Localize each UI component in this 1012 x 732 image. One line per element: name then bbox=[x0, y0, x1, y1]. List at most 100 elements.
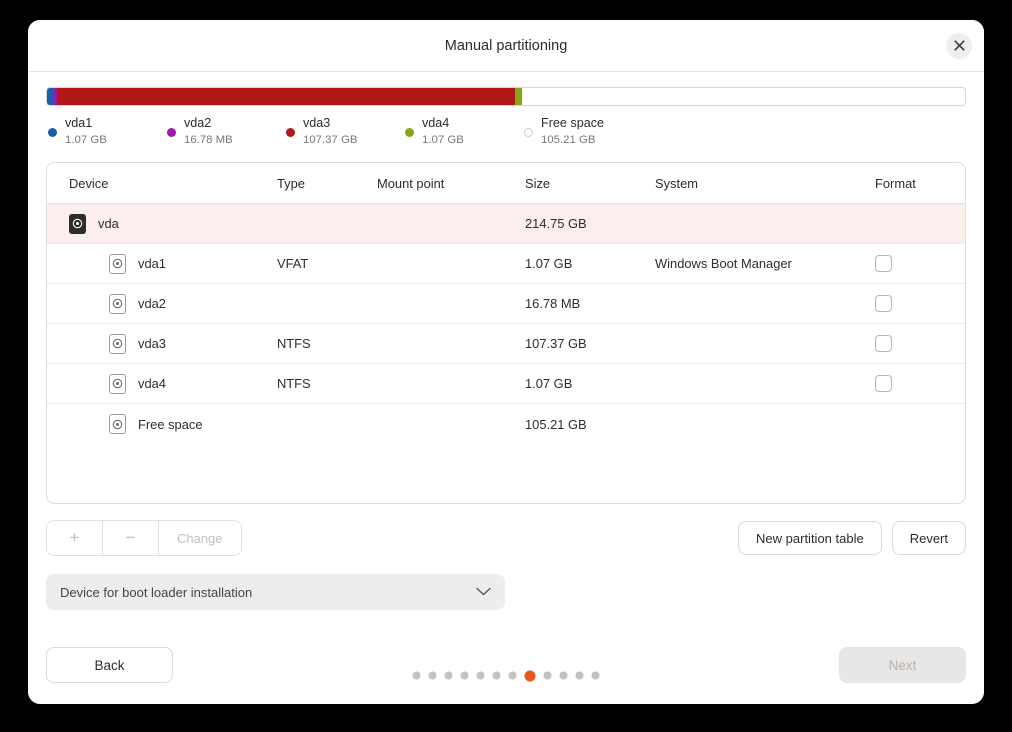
format-checkbox[interactable] bbox=[875, 335, 892, 353]
cell-device: vda4 bbox=[47, 363, 277, 405]
cell-type: VFAT bbox=[277, 243, 377, 285]
device-name-label: vda3 bbox=[138, 336, 166, 352]
legend-item: vda4 1.07 GB bbox=[405, 115, 520, 148]
table-header: Device Type Mount point Size System Form… bbox=[47, 163, 965, 205]
legend-color-dot bbox=[524, 128, 533, 137]
cell-size: 16.78 MB bbox=[525, 283, 655, 325]
remove-partition-button[interactable]: − bbox=[103, 521, 159, 556]
cell-mount-point bbox=[377, 203, 525, 245]
progress-dot bbox=[508, 671, 517, 680]
partition-icon bbox=[109, 253, 126, 274]
partition-table-card: Device Type Mount point Size System Form… bbox=[46, 162, 966, 505]
column-header-device[interactable]: Device bbox=[47, 163, 277, 205]
cell-type: NTFS bbox=[277, 323, 377, 365]
wizard-progress-dots bbox=[412, 670, 600, 681]
table-action-buttons: New partition table Revert bbox=[738, 521, 966, 556]
close-icon bbox=[953, 40, 965, 51]
bootloader-dropdown-label: Device for boot loader installation bbox=[60, 584, 253, 600]
legend-item-size: 107.37 GB bbox=[303, 134, 358, 146]
legend-item-name: vda3 bbox=[303, 116, 331, 130]
next-button[interactable]: Next bbox=[839, 647, 966, 683]
cell-mount-point bbox=[377, 404, 525, 444]
cell-mount-point bbox=[377, 363, 525, 405]
cell-device: Free space bbox=[47, 404, 277, 444]
progress-dot bbox=[412, 671, 421, 680]
partition-icon bbox=[109, 293, 126, 314]
device-name-label: vda1 bbox=[138, 256, 166, 272]
cell-type bbox=[277, 404, 377, 444]
revert-button[interactable]: Revert bbox=[891, 521, 966, 556]
table-row[interactable]: vda 214.75 GB bbox=[47, 203, 965, 245]
progress-dot bbox=[543, 671, 552, 680]
device-name-label: vda4 bbox=[138, 376, 166, 392]
table-body: vda 214.75 GB vda1 VFAT 1.07 GB Windows Boot … bbox=[47, 203, 965, 444]
legend-color-dot bbox=[286, 128, 295, 137]
wizard-footer: Back Next bbox=[46, 647, 966, 704]
column-header-type[interactable]: Type bbox=[277, 163, 377, 205]
column-header-mount-point[interactable]: Mount point bbox=[377, 163, 525, 205]
cell-mount-point bbox=[377, 323, 525, 365]
legend-item-size: 1.07 GB bbox=[422, 134, 464, 146]
progress-dot bbox=[559, 671, 568, 680]
legend-item: vda3 107.37 GB bbox=[286, 115, 401, 148]
partition-bar-segment bbox=[521, 88, 965, 105]
new-partition-table-button[interactable]: New partition table bbox=[738, 521, 882, 556]
legend-color-dot bbox=[48, 128, 57, 137]
cell-system bbox=[655, 283, 875, 325]
close-button[interactable] bbox=[946, 32, 972, 59]
table-row[interactable]: vda3 NTFS 107.37 GB bbox=[47, 323, 965, 365]
legend-item: vda1 1.07 GB bbox=[48, 115, 163, 148]
progress-dot bbox=[591, 671, 600, 680]
bootloader-device-dropdown[interactable]: Device for boot loader installation bbox=[46, 574, 505, 611]
partition-toolbar: + − Change New partition table Revert bbox=[46, 520, 966, 557]
format-checkbox[interactable] bbox=[875, 255, 892, 273]
partition-icon bbox=[109, 414, 126, 435]
partition-table: Device Type Mount point Size System Form… bbox=[47, 163, 965, 444]
partition-legend: vda1 1.07 GB vda2 16.78 MB vda3 107.37 GB vda4… bbox=[46, 115, 966, 148]
change-partition-button[interactable]: Change bbox=[159, 521, 241, 556]
cell-mount-point bbox=[377, 243, 525, 285]
titlebar: Manual partitioning bbox=[28, 20, 984, 72]
back-button[interactable]: Back bbox=[46, 647, 173, 683]
legend-item: vda2 16.78 MB bbox=[167, 115, 282, 148]
progress-dot bbox=[492, 671, 501, 680]
table-row[interactable]: vda4 NTFS 1.07 GB bbox=[47, 363, 965, 405]
table-row[interactable]: vda2 16.78 MB bbox=[47, 283, 965, 325]
column-header-size[interactable]: Size bbox=[525, 163, 655, 205]
cell-type bbox=[277, 203, 377, 245]
cell-size: 1.07 GB bbox=[525, 243, 655, 285]
cell-device: vda bbox=[47, 203, 277, 245]
format-checkbox[interactable] bbox=[875, 295, 892, 313]
column-header-format[interactable]: Format bbox=[875, 163, 965, 205]
format-checkbox[interactable] bbox=[875, 375, 892, 393]
column-header-system[interactable]: System bbox=[655, 163, 875, 205]
legend-item-name: vda1 bbox=[65, 116, 93, 130]
cell-size: 1.07 GB bbox=[525, 363, 655, 405]
cell-format bbox=[875, 323, 965, 365]
cell-type: NTFS bbox=[277, 363, 377, 405]
add-partition-button[interactable]: + bbox=[47, 521, 103, 556]
cell-format bbox=[875, 363, 965, 405]
device-name-label: Free space bbox=[138, 416, 203, 432]
progress-dot bbox=[444, 671, 453, 680]
cell-format bbox=[875, 243, 965, 285]
manual-partitioning-window: Manual partitioning vda1 1.07 GB vda2 16.78… bbox=[28, 20, 984, 704]
cell-device: vda1 bbox=[47, 243, 277, 285]
legend-item-name: vda2 bbox=[184, 116, 212, 130]
cell-system bbox=[655, 404, 875, 444]
table-row[interactable]: Free space 105.21 GB bbox=[47, 404, 965, 444]
legend-item-name: vda4 bbox=[422, 116, 450, 130]
partition-usage-bar bbox=[46, 87, 966, 106]
chevron-down-icon bbox=[476, 583, 491, 601]
progress-dot bbox=[575, 671, 584, 680]
partition-icon bbox=[109, 333, 126, 354]
progress-dot bbox=[460, 671, 469, 680]
progress-dot bbox=[476, 671, 485, 680]
device-name-label: vda bbox=[98, 216, 119, 232]
cell-format bbox=[875, 203, 965, 245]
disk-icon bbox=[69, 213, 86, 234]
partition-bar-segment bbox=[47, 88, 55, 105]
cell-device: vda2 bbox=[47, 283, 277, 325]
table-row[interactable]: vda1 VFAT 1.07 GB Windows Boot Manager bbox=[47, 243, 965, 285]
cell-device: vda3 bbox=[47, 323, 277, 365]
